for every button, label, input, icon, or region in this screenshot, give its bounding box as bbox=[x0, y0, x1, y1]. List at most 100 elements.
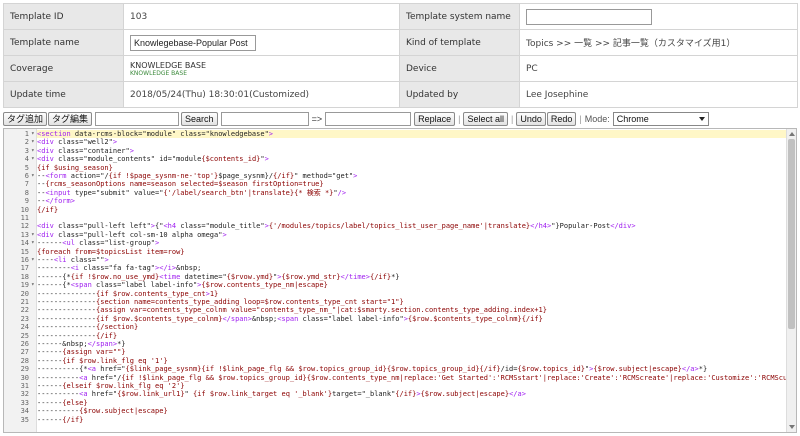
line-number: 24 bbox=[20, 323, 29, 332]
template-id-label: Template ID bbox=[3, 3, 124, 30]
code-line[interactable] bbox=[37, 214, 786, 222]
line-number: 16 bbox=[20, 256, 29, 264]
code-line[interactable]: ------{if $row.link_flg eq '1'} bbox=[37, 357, 786, 365]
line-number: 20 bbox=[20, 289, 29, 298]
code-line[interactable]: <div class="module_contents" id="module{… bbox=[37, 155, 786, 163]
template-name-input[interactable] bbox=[130, 34, 256, 51]
code-line[interactable]: ----------{$row.subject|escape} bbox=[37, 407, 786, 415]
line-number: 30 bbox=[20, 373, 29, 382]
line-number: 9 bbox=[24, 197, 29, 206]
code-line[interactable]: ------{elseif $row.link_flg eq '2'} bbox=[37, 382, 786, 390]
line-number: 25 bbox=[20, 331, 29, 340]
device-label: Device bbox=[399, 55, 520, 82]
template-system-name-input[interactable] bbox=[526, 8, 652, 25]
template-name-label: Template name bbox=[3, 29, 124, 56]
code-line[interactable]: --------------{if $row.$contents_type_co… bbox=[37, 315, 786, 323]
line-number: 27 bbox=[20, 348, 29, 357]
scroll-up-arrow-icon[interactable] bbox=[789, 132, 795, 136]
replace-button[interactable]: Replace bbox=[414, 112, 456, 126]
line-number: 33 bbox=[20, 398, 29, 407]
code-line[interactable]: --------------{assign var=contents_type_… bbox=[37, 306, 786, 314]
select-all-button[interactable]: Select all bbox=[463, 112, 508, 126]
tag-add-button[interactable]: タグ追加 bbox=[3, 112, 48, 126]
code-line[interactable]: ------{*{if !$row.no_use_ymd}<time datet… bbox=[37, 273, 786, 281]
mode-select[interactable]: Chrome bbox=[612, 112, 709, 126]
template-id-value: 103 bbox=[123, 3, 400, 30]
device-value: PC bbox=[519, 55, 798, 82]
code-line[interactable]: --</form> bbox=[37, 197, 786, 205]
line-number: 21 bbox=[20, 298, 29, 306]
code-line[interactable]: ------&nbsp;</span>*} bbox=[37, 340, 786, 348]
template-system-name-cell bbox=[519, 3, 798, 30]
line-number: 26 bbox=[20, 340, 29, 348]
code-line[interactable]: ----------{*<a href="{$link_page_sysnm}{… bbox=[37, 365, 786, 373]
scrollbar-thumb[interactable] bbox=[788, 139, 795, 329]
code-line[interactable]: <div class="well2"> bbox=[37, 138, 786, 146]
tag-edit-button[interactable]: タグ編集 bbox=[48, 112, 93, 126]
template-system-name-label: Template system name bbox=[399, 3, 520, 30]
line-number: 29 bbox=[20, 365, 29, 374]
code-line[interactable]: ------{else} bbox=[37, 399, 786, 407]
line-number: 17 bbox=[20, 264, 29, 273]
template-info-table: Template ID 103 Template system name Tem… bbox=[3, 3, 798, 108]
line-number: 18 bbox=[20, 272, 29, 281]
code-line[interactable]: --<form action="/{if !$page_sysnm-ne-'to… bbox=[37, 172, 786, 180]
line-number: 10 bbox=[20, 205, 29, 214]
coverage-label: Coverage bbox=[3, 55, 124, 82]
code-line[interactable]: <div class="pull-left col-sm-10 alpha om… bbox=[37, 231, 786, 239]
kind-of-template-value: Topics >> 一覧 >> 記事一覧（カスタマイズ用1） bbox=[519, 29, 798, 56]
line-number-gutter: 1 ▾ 2 ▾ 3 ▾ 4 ▾ 5 6 ▾ 7 8 9 10 11 12 13 ▾ 14 ▾ 15 16 ▾ 17 18 19 ▾ 20… bbox=[4, 129, 37, 432]
replace-arrow: => bbox=[311, 114, 323, 124]
code-editor[interactable]: 1 ▾ 2 ▾ 3 ▾ 4 ▾ 5 6 ▾ 7 8 9 10 11 12 13 ▾ 14 ▾ 15 16 ▾ 17 18 19 ▾ 20… bbox=[3, 128, 797, 433]
updated-by-value: Lee Josephine bbox=[519, 81, 798, 108]
undo-button[interactable]: Undo bbox=[516, 112, 546, 126]
code-line[interactable]: --------<i class="fa fa-tag"></i>&nbsp; bbox=[37, 264, 786, 272]
line-number: 7 bbox=[24, 180, 29, 189]
scroll-down-arrow-icon[interactable] bbox=[789, 425, 795, 429]
line-number: 35 bbox=[20, 415, 29, 424]
code-line[interactable]: ------{assign var=""} bbox=[37, 348, 786, 356]
code-line[interactable]: --------------{/if} bbox=[37, 332, 786, 340]
line-number: 32 bbox=[20, 390, 29, 399]
redo-button[interactable]: Redo bbox=[546, 112, 577, 126]
line-number: 34 bbox=[20, 407, 29, 416]
line-number: 1 bbox=[24, 130, 29, 138]
search-button[interactable]: Search bbox=[181, 112, 218, 126]
update-time-label: Update time bbox=[3, 81, 124, 108]
vertical-scrollbar[interactable] bbox=[786, 129, 796, 432]
info-row-coverage: Coverage KNOWLEDGE BASE KNOWLEDGE BASE D… bbox=[3, 55, 798, 82]
coverage-cell: KNOWLEDGE BASE KNOWLEDGE BASE bbox=[123, 55, 400, 82]
code-line[interactable]: --------------{if $row.contents_type_cnt… bbox=[37, 290, 786, 298]
search-input[interactable] bbox=[95, 112, 180, 126]
code-area[interactable]: <section data-rcms-block="module" class=… bbox=[37, 129, 786, 432]
find-text-input[interactable] bbox=[220, 112, 309, 126]
code-line[interactable]: ------{*<span class="label label-info">{… bbox=[37, 281, 786, 289]
code-line[interactable]: --------------{section name=contents_typ… bbox=[37, 298, 786, 306]
chevron-down-icon bbox=[698, 117, 705, 121]
line-number: 14 bbox=[20, 239, 29, 248]
coverage-sub-value: KNOWLEDGE BASE bbox=[130, 69, 187, 77]
template-name-cell bbox=[123, 29, 400, 56]
line-number: 28 bbox=[20, 356, 29, 365]
kind-of-template-label: Kind of template bbox=[399, 29, 520, 56]
code-line[interactable]: <section data-rcms-block="module" class=… bbox=[37, 130, 786, 139]
coverage-main-value: KNOWLEDGE BASE bbox=[130, 60, 206, 70]
code-line[interactable]: {if $using_season} bbox=[37, 164, 786, 172]
code-line[interactable]: {/if} bbox=[37, 206, 786, 214]
code-line[interactable]: <div class="pull-left left">{"<h4 class=… bbox=[37, 222, 786, 230]
code-line[interactable]: ------<ul class="list-group"> bbox=[37, 239, 786, 247]
code-line[interactable]: --<input type="submit" value="{'/label/s… bbox=[37, 189, 786, 197]
code-line[interactable]: ----------<a href="/{if !$link_page_flg … bbox=[37, 374, 786, 382]
code-line[interactable]: --{rcms_seasonOptions name=season select… bbox=[37, 180, 786, 188]
code-line[interactable]: {foreach from=$topicsList item=row} bbox=[37, 248, 786, 256]
replace-text-input[interactable] bbox=[325, 112, 412, 126]
line-number: 11 bbox=[20, 214, 29, 222]
code-line[interactable]: <div class="container"> bbox=[37, 147, 786, 155]
mode-label: Mode: bbox=[584, 114, 610, 124]
line-number: 8 bbox=[24, 188, 29, 197]
mode-select-value: Chrome bbox=[616, 114, 649, 124]
code-line[interactable]: ----<li class=""> bbox=[37, 256, 786, 264]
code-line[interactable]: --------------{/section} bbox=[37, 323, 786, 331]
code-line[interactable]: ------{/if} bbox=[37, 416, 786, 424]
code-line[interactable]: ----------<a href="{$row.link_url1}" {if… bbox=[37, 390, 786, 398]
